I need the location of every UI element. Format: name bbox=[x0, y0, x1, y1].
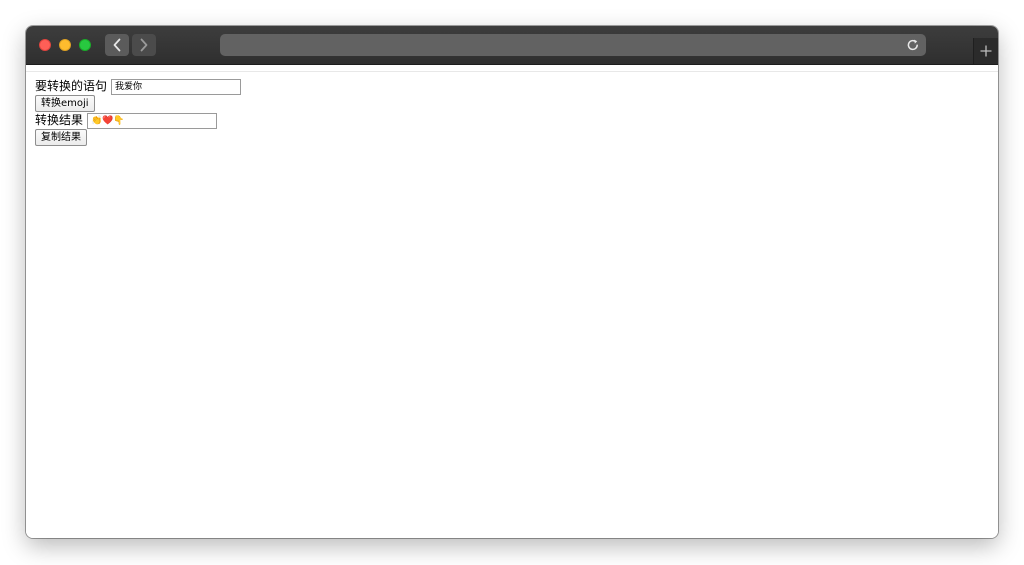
input-row: 要转换的语句 我爱你 bbox=[35, 78, 242, 95]
convert-row: 转换emoji bbox=[35, 95, 241, 112]
back-button[interactable] bbox=[105, 34, 129, 56]
close-window-button[interactable] bbox=[39, 39, 51, 51]
chevron-left-icon bbox=[113, 38, 121, 52]
input-label: 要转换的语句 bbox=[35, 79, 108, 93]
copy-row: 复制结果 bbox=[35, 129, 241, 146]
convert-emoji-button[interactable]: 转换emoji bbox=[35, 95, 95, 112]
sentence-input[interactable]: 我爱你 bbox=[111, 78, 242, 95]
maximize-window-button[interactable] bbox=[79, 39, 91, 51]
result-row: 转换结果 👏❤️👇 bbox=[35, 112, 241, 129]
browser-titlebar bbox=[26, 26, 998, 65]
minimize-window-button[interactable] bbox=[59, 39, 71, 51]
result-label: 转换结果 bbox=[35, 113, 84, 127]
chevron-right-icon bbox=[140, 38, 148, 52]
copy-result-button[interactable]: 复制结果 bbox=[35, 129, 87, 146]
emoji-converter-form: 要转换的语句 我爱你 转换emoji 转换结果 👏❤️👇 复制结果 bbox=[35, 78, 242, 146]
forward-button[interactable] bbox=[132, 34, 156, 56]
page-content: 要转换的语句 我爱你 转换emoji 转换结果 👏❤️👇 复制结果 bbox=[26, 71, 998, 538]
plus-icon bbox=[980, 45, 992, 57]
address-bar[interactable] bbox=[220, 34, 926, 56]
result-input[interactable]: 👏❤️👇 bbox=[87, 112, 218, 129]
browser-window: 要转换的语句 我爱你 转换emoji 转换结果 👏❤️👇 复制结果 bbox=[26, 26, 998, 538]
reload-icon[interactable] bbox=[905, 37, 921, 53]
new-tab-button[interactable] bbox=[973, 38, 998, 64]
